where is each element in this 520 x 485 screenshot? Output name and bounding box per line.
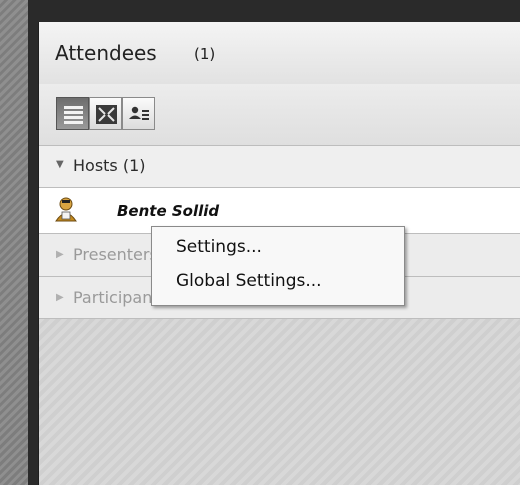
hosts-section-header[interactable]: ▼ Hosts (1) (39, 146, 520, 188)
collapsed-triangle-icon: ▶ (56, 249, 64, 260)
attendee-count: (1) (194, 45, 216, 63)
fullscreen-icon (96, 105, 117, 124)
host-avatar-icon (55, 197, 77, 222)
attendee-status-icon (129, 106, 149, 120)
pod-header: Attendees (1) (39, 22, 520, 85)
fullscreen-button[interactable] (89, 97, 122, 130)
list-view-icon (64, 106, 83, 124)
attendee-name: Bente Sollid (117, 202, 220, 220)
menu-item-settings[interactable]: Settings... (176, 237, 262, 257)
context-menu: Settings... Global Settings... (151, 226, 405, 306)
expanded-triangle-icon: ▼ (56, 159, 64, 170)
window-left-edge (0, 0, 28, 485)
collapsed-triangle-icon: ▶ (56, 292, 64, 303)
list-view-button[interactable] (56, 97, 89, 130)
hosts-label: Hosts (1) (73, 156, 146, 175)
menu-item-global-settings[interactable]: Global Settings... (176, 271, 322, 291)
pod-toolbar (39, 84, 520, 146)
empty-list-area (39, 319, 520, 485)
attendee-status-button[interactable] (122, 97, 155, 130)
pod-title: Attendees (55, 41, 157, 65)
